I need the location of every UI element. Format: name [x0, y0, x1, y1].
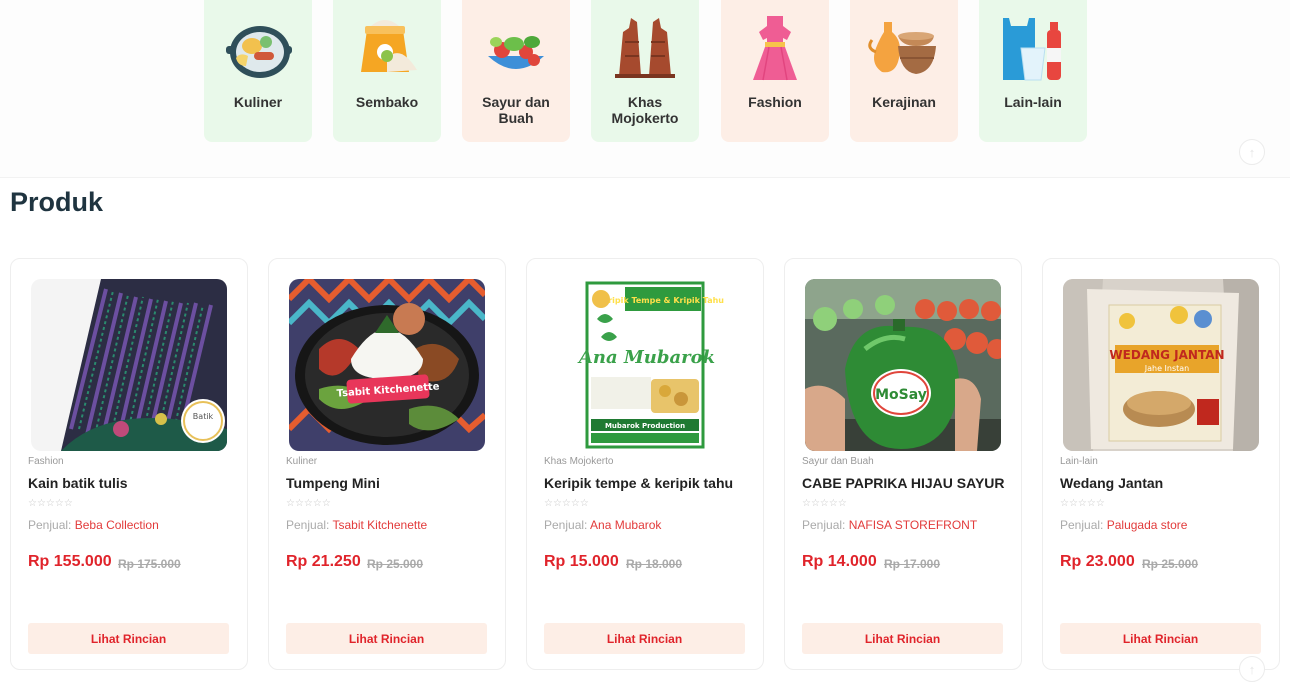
- dress-icon: [739, 12, 811, 84]
- section-title: Produk: [10, 187, 104, 217]
- rating-stars: ☆☆☆☆☆: [544, 498, 589, 509]
- product-category: Fashion: [28, 456, 64, 467]
- product-image[interactable]: Tsabit Kitchenette: [289, 279, 485, 451]
- product-image[interactable]: Batik: [31, 279, 227, 451]
- seller-info: Penjual: NAFISA STOREFRONT: [802, 518, 977, 532]
- seller-info: Penjual: Palugada store: [1060, 518, 1187, 532]
- packaging-footer: Mubarok Production: [605, 422, 685, 430]
- detail-button[interactable]: Lihat Rincian: [544, 623, 745, 654]
- category-label: Lain-lain: [1004, 94, 1062, 110]
- product-old-price: Rp 175.000: [118, 557, 181, 571]
- packaging-header: Kripik Tempe & Kripik Tahu: [602, 296, 724, 305]
- rating-stars: ☆☆☆☆☆: [286, 498, 331, 509]
- detail-button[interactable]: Lihat Rincian: [286, 623, 487, 654]
- product-card[interactable]: Kripik Tempe & Kripik Tahu Ana Mubarok M…: [526, 258, 764, 670]
- detail-button[interactable]: Lihat Rincian: [28, 623, 229, 654]
- detail-button[interactable]: Lihat Rincian: [802, 623, 1003, 654]
- category-label: Sembako: [355, 94, 419, 110]
- seller-info: Penjual: Tsabit Kitchenette: [286, 518, 427, 532]
- product-card[interactable]: Batik Fashion Kain batik tulis ☆☆☆☆☆ Pen…: [10, 258, 248, 670]
- seller-prefix: Penjual:: [1060, 518, 1104, 532]
- product-image[interactable]: Kripik Tempe & Kripik Tahu Ana Mubarok M…: [547, 279, 743, 451]
- bottles-icon: [997, 12, 1069, 84]
- category-label: Sayur dan Buah: [482, 94, 550, 126]
- vegetable-bowl-icon: [480, 12, 552, 84]
- seller-name[interactable]: NAFISA STOREFRONT: [849, 518, 977, 532]
- category-label: Kuliner: [233, 94, 283, 110]
- pottery-icon: [868, 12, 940, 84]
- product-card[interactable]: Tsabit Kitchenette Kuliner Tumpeng Mini …: [268, 258, 506, 670]
- packaging-title: WEDANG JANTAN: [1109, 348, 1224, 362]
- detail-button[interactable]: Lihat Rincian: [1060, 623, 1261, 654]
- product-old-price: Rp 18.000: [626, 557, 683, 571]
- seller-name[interactable]: Palugada store: [1107, 518, 1188, 532]
- product-old-price: Rp 17.000: [884, 557, 941, 571]
- category-sayur-dan-buah[interactable]: Sayur dan Buah: [462, 0, 570, 142]
- category-label: Khas Mojokerto: [611, 94, 679, 126]
- product-old-price: Rp 25.000: [1142, 557, 1199, 571]
- seller-prefix: Penjual:: [544, 518, 588, 532]
- category-khas-mojokerto[interactable]: Khas Mojokerto: [591, 0, 699, 142]
- scroll-to-top-button[interactable]: ↑: [1239, 656, 1265, 682]
- product-category: Sayur dan Buah: [802, 456, 874, 467]
- category-kerajinan[interactable]: Kerajinan: [850, 0, 958, 142]
- rice-sack-icon: [351, 12, 423, 84]
- category-strip: Kuliner Sembako Sayur dan Buah Khas Mojo…: [0, 0, 1290, 178]
- category-fashion[interactable]: Fashion: [721, 0, 829, 142]
- seller-prefix: Penjual:: [286, 518, 330, 532]
- category-label: Fashion: [748, 94, 802, 110]
- category-kuliner[interactable]: Kuliner: [204, 0, 312, 142]
- seller-prefix: Penjual:: [802, 518, 846, 532]
- product-category: Lain-lain: [1060, 456, 1098, 467]
- scroll-to-top-button[interactable]: ↑: [1239, 139, 1265, 165]
- product-title[interactable]: Kain batik tulis: [28, 475, 128, 491]
- product-price: Rp 21.250: [286, 553, 361, 570]
- product-image[interactable]: WEDANG JANTAN Jahe Instan: [1063, 279, 1259, 451]
- product-price: Rp 155.000: [28, 553, 112, 570]
- category-sembako[interactable]: Sembako: [333, 0, 441, 142]
- category-label: Kerajinan: [872, 94, 936, 110]
- temple-gate-icon: [609, 12, 681, 84]
- product-title[interactable]: Tumpeng Mini: [286, 475, 380, 491]
- product-image[interactable]: MoSay: [805, 279, 1001, 451]
- product-price: Rp 23.000: [1060, 553, 1135, 570]
- product-old-price: Rp 25.000: [367, 557, 424, 571]
- label-text: MoSay: [875, 387, 927, 403]
- seller-name[interactable]: Ana Mubarok: [590, 518, 661, 532]
- product-card[interactable]: WEDANG JANTAN Jahe Instan Lain-lain Weda…: [1042, 258, 1280, 670]
- product-title[interactable]: Wedang Jantan: [1060, 475, 1163, 491]
- product-category: Khas Mojokerto: [544, 456, 614, 467]
- seller-name[interactable]: Beba Collection: [75, 518, 159, 532]
- seller-prefix: Penjual:: [28, 518, 72, 532]
- logo-badge-text: Batik: [193, 412, 214, 421]
- product-category: Kuliner: [286, 456, 318, 467]
- seller-name[interactable]: Tsabit Kitchenette: [333, 518, 428, 532]
- product-price: Rp 14.000: [802, 553, 877, 570]
- food-plate-icon: [222, 12, 294, 84]
- product-title[interactable]: Keripik tempe & keripik tahu: [544, 475, 733, 491]
- seller-info: Penjual: Beba Collection: [28, 518, 159, 532]
- product-price: Rp 15.000: [544, 553, 619, 570]
- arrow-up-icon: ↑: [1248, 144, 1256, 160]
- arrow-up-icon: ↑: [1248, 661, 1256, 677]
- category-lain-lain[interactable]: Lain-lain: [979, 0, 1087, 142]
- rating-stars: ☆☆☆☆☆: [802, 498, 847, 509]
- packaging-brand: Ana Mubarok: [577, 347, 715, 368]
- packaging-subtitle: Jahe Instan: [1144, 364, 1190, 373]
- rating-stars: ☆☆☆☆☆: [1060, 498, 1105, 509]
- product-card[interactable]: MoSay Sayur dan Buah CABE PAPRIKA HIJAU …: [784, 258, 1022, 670]
- rating-stars: ☆☆☆☆☆: [28, 498, 73, 509]
- product-title[interactable]: CABE PAPRIKA HIJAU SAYUR: [802, 475, 1005, 491]
- seller-info: Penjual: Ana Mubarok: [544, 518, 661, 532]
